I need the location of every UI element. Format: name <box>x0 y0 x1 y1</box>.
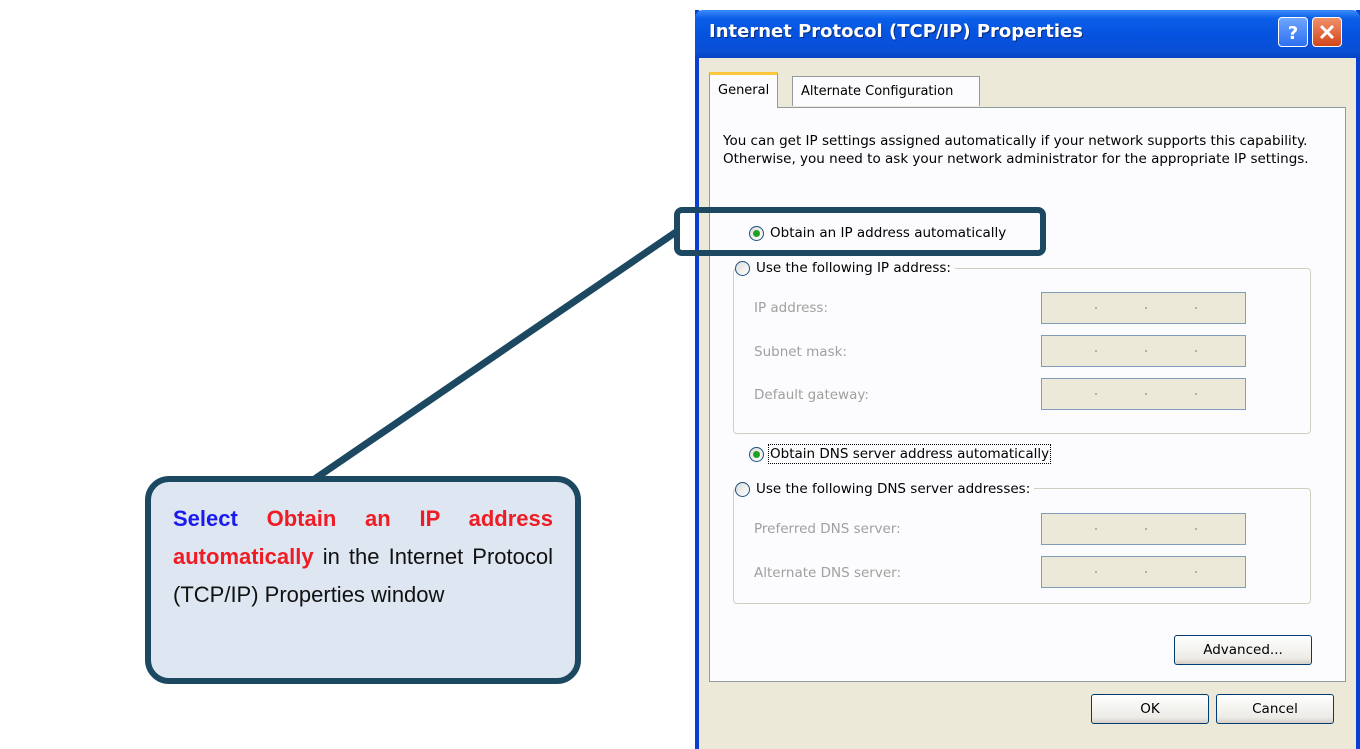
ok-button[interactable]: OK <box>1091 694 1209 724</box>
description-text: You can get IP settings assigned automat… <box>723 133 1309 167</box>
alternate-dns-label: Alternate DNS server: <box>754 565 902 581</box>
instruction-callout: Select Obtain an IP address automaticall… <box>145 476 581 684</box>
use-following-ip-label: Use the following IP address: <box>756 260 951 276</box>
svg-text:?: ? <box>1288 23 1298 42</box>
ip-address-field[interactable] <box>1041 292 1246 324</box>
close-icon <box>1319 24 1335 40</box>
window-title: Internet Protocol (TCP/IP) Properties <box>709 21 1083 42</box>
alternate-dns-field[interactable] <box>1041 556 1246 588</box>
advanced-button[interactable]: Advanced... <box>1174 635 1312 665</box>
default-gateway-label: Default gateway: <box>754 387 869 403</box>
use-following-ip-radio[interactable]: Use the following IP address: <box>735 258 955 278</box>
tcpip-properties-dialog: Internet Protocol (TCP/IP) Properties ? … <box>695 10 1360 749</box>
use-following-dns-label: Use the following DNS server addresses: <box>756 481 1031 497</box>
cancel-button[interactable]: Cancel <box>1216 694 1334 724</box>
obtain-dns-auto-radio[interactable]: Obtain DNS server address automatically <box>749 444 1054 464</box>
title-bar[interactable]: Internet Protocol (TCP/IP) Properties ? <box>695 10 1360 58</box>
tab-alternate-configuration[interactable]: Alternate Configuration <box>792 76 980 106</box>
callout-select-word: Select <box>173 506 238 531</box>
preferred-dns-field[interactable] <box>1041 513 1246 545</box>
tab-general[interactable]: General <box>709 72 779 108</box>
use-following-dns-radio[interactable]: Use the following DNS server addresses: <box>735 479 1035 499</box>
radio-unchecked-icon <box>735 481 750 497</box>
obtain-dns-auto-label: Obtain DNS server address automatically <box>767 444 1052 464</box>
subnet-mask-field[interactable] <box>1041 335 1246 367</box>
preferred-dns-label: Preferred DNS server: <box>754 521 901 537</box>
help-icon: ? <box>1288 23 1298 42</box>
ip-address-label: IP address: <box>754 300 828 316</box>
default-gateway-field[interactable] <box>1041 378 1246 410</box>
radio-unchecked-icon <box>735 260 750 276</box>
close-button[interactable] <box>1312 17 1342 47</box>
subnet-mask-label: Subnet mask: <box>754 344 847 360</box>
help-button[interactable]: ? <box>1278 17 1308 47</box>
radio-checked-icon <box>749 446 764 462</box>
highlight-box <box>674 207 1046 256</box>
